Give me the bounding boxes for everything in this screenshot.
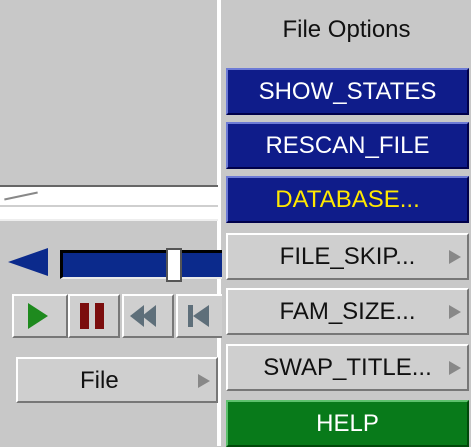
playback-controls bbox=[12, 294, 228, 338]
pause-icon bbox=[80, 303, 89, 329]
submenu-arrow-icon bbox=[449, 250, 461, 264]
menu-title: File Options bbox=[282, 16, 411, 43]
slider-track[interactable] bbox=[60, 250, 223, 279]
menu-item-help[interactable]: HELP bbox=[226, 400, 469, 447]
pause-button[interactable] bbox=[68, 294, 120, 338]
slider-left-arrow-icon[interactable] bbox=[8, 248, 48, 276]
submenu-arrow-icon bbox=[449, 361, 461, 375]
menu-item-rescan-file[interactable]: RESCAN_FILE bbox=[226, 122, 469, 169]
submenu-arrow-icon bbox=[198, 374, 210, 388]
menu-item-fam-size[interactable]: FAM_SIZE... bbox=[226, 288, 469, 335]
step-back-button[interactable] bbox=[176, 294, 228, 338]
rewind-icon bbox=[142, 305, 156, 327]
menu-item-label: DATABASE... bbox=[275, 186, 420, 213]
state-slider[interactable] bbox=[8, 244, 223, 282]
menu-item-file-skip[interactable]: FILE_SKIP... bbox=[226, 233, 469, 280]
submenu-arrow-icon bbox=[449, 305, 461, 319]
menu-item-label: FILE_SKIP... bbox=[279, 243, 416, 270]
step-back-icon bbox=[193, 305, 209, 327]
menu-item-swap-title[interactable]: SWAP_TITLE... bbox=[226, 344, 469, 391]
menu-item-label: HELP bbox=[316, 410, 379, 437]
slider-thumb[interactable] bbox=[166, 248, 182, 282]
menu-item-label: SHOW_STATES bbox=[258, 78, 437, 105]
file-options-menu: File Options SHOW_STATES RESCAN_FILE DAT… bbox=[222, 0, 471, 447]
file-button-label: File bbox=[80, 367, 119, 394]
rewind-button[interactable] bbox=[122, 294, 174, 338]
pause-icon bbox=[95, 303, 104, 329]
menu-item-label: SWAP_TITLE... bbox=[263, 354, 432, 381]
menu-item-label: FAM_SIZE... bbox=[279, 298, 416, 325]
text-cursor-mark bbox=[4, 191, 38, 201]
file-button[interactable]: File bbox=[16, 357, 218, 403]
play-button[interactable] bbox=[12, 294, 68, 338]
play-icon bbox=[28, 303, 48, 329]
text-input-area[interactable] bbox=[0, 185, 218, 221]
menu-item-database[interactable]: DATABASE... bbox=[226, 176, 469, 223]
text-guide-line bbox=[0, 205, 218, 207]
menu-item-label: RESCAN_FILE bbox=[265, 132, 430, 159]
menu-item-show-states[interactable]: SHOW_STATES bbox=[226, 68, 469, 115]
